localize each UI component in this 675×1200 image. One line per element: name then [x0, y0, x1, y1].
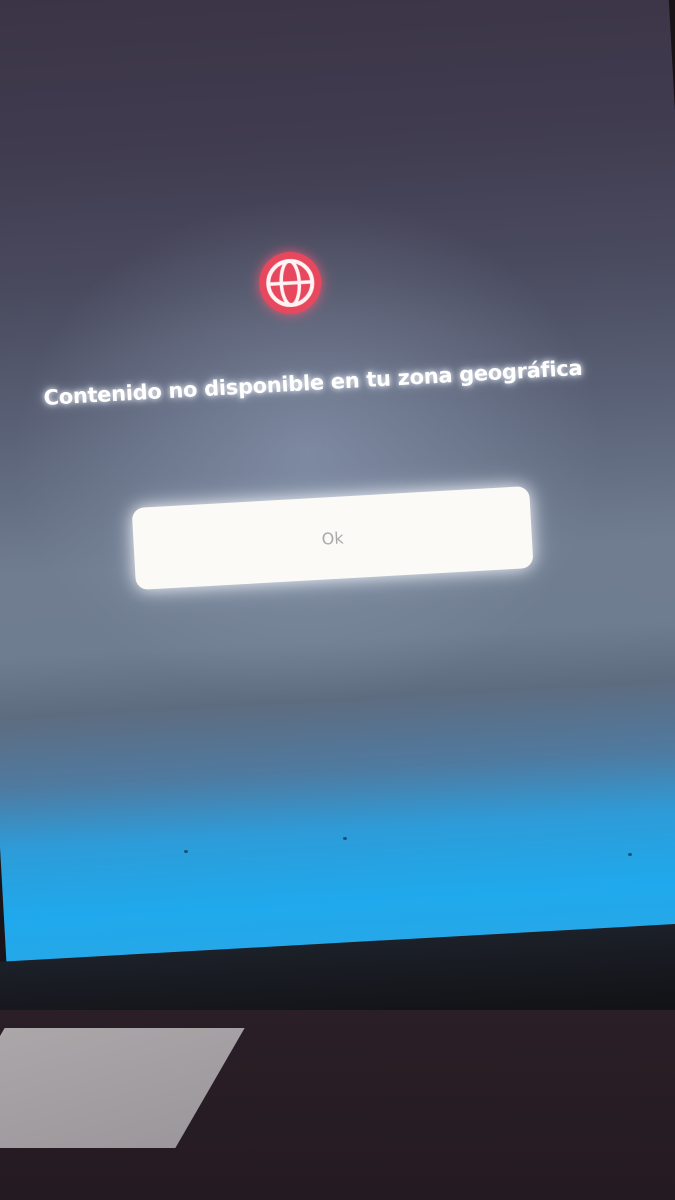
photo-scene: Contenido no disponible en tu zona geogr… — [0, 0, 675, 1200]
screen-dust-speck — [184, 850, 188, 853]
unavailable-message: Contenido no disponible en tu zona geogr… — [42, 355, 583, 410]
globe-icon — [256, 248, 326, 318]
screen-dust-speck — [628, 853, 632, 856]
ok-button[interactable]: Ok — [131, 485, 534, 591]
geo-block-dialog: Contenido no disponible en tu zona geogr… — [0, 0, 675, 718]
ok-button-label: Ok — [321, 527, 345, 549]
screen-dust-speck — [343, 837, 347, 840]
